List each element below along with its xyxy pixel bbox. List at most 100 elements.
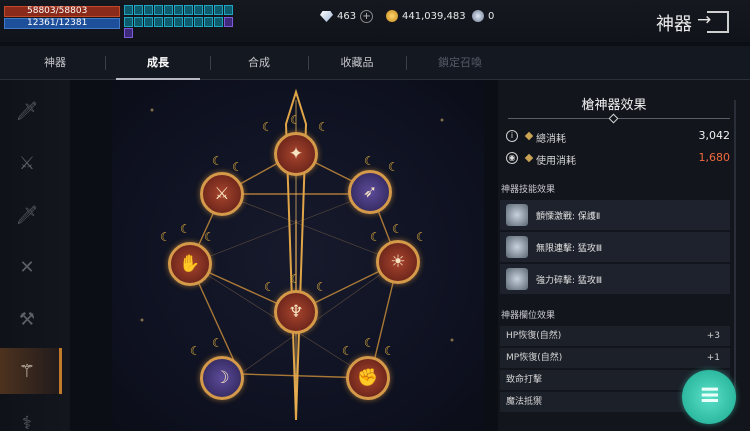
exit-icon[interactable] [697, 10, 729, 33]
skill-icon [506, 236, 528, 258]
buff-icon [134, 16, 143, 27]
skill-effect-row[interactable]: 無限連擊: 猛攻Ⅲ [500, 232, 730, 262]
moon-icon: ☾ [316, 280, 327, 294]
moon-icon: ☾ [180, 222, 191, 236]
used-cost-label: 使用消耗 [536, 156, 576, 167]
tab-collection[interactable]: 收藏品 [312, 46, 402, 80]
moon-icon: ☾ [318, 120, 329, 134]
moon-icon: ☾ [212, 336, 223, 350]
sword-weapon-icon[interactable]: ⚔ [10, 146, 44, 180]
skill-effect-row[interactable]: 強力碎擊: 猛攻Ⅲ [500, 264, 730, 294]
moon-icon: ☾ [364, 336, 375, 350]
artifact-node-top[interactable]: ✦ [274, 132, 318, 176]
hp-bar: 58803/58803 [4, 6, 120, 17]
greatsword-weapon-icon[interactable]: 🗡 [10, 198, 44, 232]
crossbow-weapon-icon[interactable]: ✕ [10, 250, 44, 284]
diamond-count: 463 [337, 11, 357, 22]
panel-title: 槍神器效果 [581, 98, 647, 113]
artifact-node-lower-left[interactable]: ☽ [200, 356, 244, 400]
gold-count: 441,039,483 [402, 10, 466, 22]
skill-name: 顫慄激戰: 保護Ⅱ [536, 211, 601, 222]
total-cost-value: 3,042 [698, 129, 731, 142]
buff-icon [124, 5, 133, 15]
orb-count: 0 [488, 10, 495, 22]
moon-icon: ☾ [416, 230, 427, 244]
buff-icon [184, 16, 193, 27]
panel-scrollbar[interactable] [734, 100, 736, 400]
moon-icon: ☾ [370, 230, 381, 244]
buff-icon [174, 16, 183, 27]
add-diamond-button[interactable]: + [360, 10, 374, 23]
slot-effect-name: MP恢復(自然) [506, 353, 563, 363]
moon-icon: ☾ [212, 154, 223, 168]
skill-name: 無限連擊: 猛攻Ⅲ [536, 243, 603, 254]
tab-growth[interactable]: 成長 [110, 46, 206, 80]
weapon-list: 🗡 ⚔ 🗡 ✕ ⚒ ⚚ ⚕ [0, 80, 70, 431]
moon-icon: ☾ [262, 120, 273, 134]
moon-icon: ☾ [264, 280, 275, 294]
slot-effect-value: +1 [706, 353, 720, 363]
total-cost-label: 總消耗 [536, 134, 566, 145]
eye-icon[interactable]: ◉ [506, 152, 518, 164]
staff-weapon-icon[interactable]: ⚕ [10, 406, 44, 431]
buff-icon [214, 5, 223, 15]
cost-diamond-icon [524, 131, 534, 141]
moon-icon: ☾ [290, 113, 301, 127]
buff-icon [204, 16, 213, 27]
gold-currency: 441,039,483 [386, 10, 466, 22]
skills-header: 神器技能效果 [501, 185, 556, 195]
buff-icon [124, 16, 133, 27]
moon-icon: ☾ [342, 344, 353, 358]
slot-effect-name: HP恢復(自然) [506, 331, 562, 341]
artifact-node-upper-right[interactable]: ➶ [348, 170, 392, 214]
buff-icon [144, 5, 153, 15]
tab-artifact[interactable]: 神器 [10, 46, 100, 80]
buff-icon [174, 5, 183, 15]
buff-icon [204, 5, 213, 15]
axe-weapon-icon[interactable]: ⚒ [10, 302, 44, 336]
total-cost-row: i 總消耗 3,042 [506, 128, 730, 146]
moon-icon: ☾ [204, 230, 215, 244]
skill-icon [506, 268, 528, 290]
divider-diamond-icon [608, 113, 619, 124]
moon-icon: ☾ [384, 344, 395, 358]
slot-effect-name: 致命打擊 [506, 375, 543, 385]
buff-icon [164, 16, 173, 27]
diamond-currency: 463 + [320, 10, 374, 23]
gold-coin-icon [386, 10, 398, 22]
moon-icon: ☾ [232, 160, 243, 174]
artifact-node-upper-left[interactable]: ⚔ [200, 172, 244, 216]
info-icon[interactable]: i [506, 130, 518, 142]
artifact-node-mid-left[interactable]: ✋ [168, 242, 212, 286]
skill-icon [506, 204, 528, 226]
moon-icon: ☾ [392, 222, 403, 236]
buff-icons [124, 5, 239, 39]
tab-synthesis[interactable]: 合成 [214, 46, 304, 80]
buff-icon [154, 5, 163, 15]
tab-locked-summon[interactable]: 鎖定召喚 [410, 46, 510, 80]
buff-icon [124, 28, 133, 39]
artifact-node-mid-right[interactable]: ☀ [376, 240, 420, 284]
slot-effect-row: MP恢復(自然) +1 [500, 348, 730, 368]
dagger-weapon-icon[interactable]: 🗡 [10, 94, 44, 128]
artifact-node-lower-right[interactable]: ✊ [346, 356, 390, 400]
diamond-icon [320, 11, 333, 22]
slots-header: 神器欄位效果 [501, 311, 556, 321]
menu-fab-button[interactable] [682, 370, 736, 424]
artifact-node-center[interactable]: ♆ [274, 290, 318, 334]
buff-icon [194, 5, 203, 15]
used-cost-row: ◉ 使用消耗 1,680 [506, 150, 730, 168]
buff-icon [184, 5, 193, 15]
buff-icon [134, 5, 143, 15]
buff-icon [214, 16, 223, 27]
buff-icon [164, 5, 173, 15]
moon-icon: ☾ [190, 344, 201, 358]
moon-icon: ☾ [290, 272, 301, 286]
skill-effect-row[interactable]: 顫慄激戰: 保護Ⅱ [500, 200, 730, 230]
tab-bar: 神器 成長 合成 收藏品 鎖定召喚 [0, 46, 750, 80]
buff-icon [144, 16, 153, 27]
orb-currency: 0 [472, 10, 494, 22]
mp-bar: 12361/12381 [4, 18, 120, 29]
spear-weapon-icon[interactable]: ⚚ [10, 354, 44, 388]
artifact-growth-tree: ✦ ⚔ ➶ ✋ ☀ ♆ ☽ ✊ ☾ ☾ ☾ ☾ ☾ ☾ ☾ ☾ ☾ ☾ ☾ ☾ … [112, 80, 484, 431]
